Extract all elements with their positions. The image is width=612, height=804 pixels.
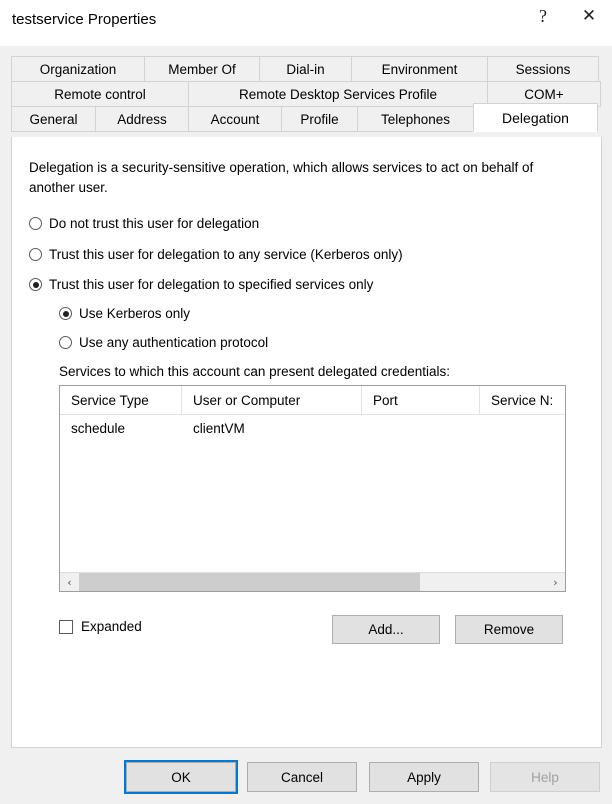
window-controls: ? ✕ bbox=[520, 0, 612, 46]
expanded-checkbox-label: Expanded bbox=[81, 619, 142, 634]
tab-remote-desktop-services-profile[interactable]: Remote Desktop Services Profile bbox=[188, 81, 488, 107]
tab-label: Remote Desktop Services Profile bbox=[238, 86, 438, 102]
radio-circle-icon bbox=[29, 217, 42, 230]
tab-delegation[interactable]: Delegation bbox=[473, 103, 598, 132]
delegation-tab-panel: Delegation is a security-sensitive opera… bbox=[11, 137, 602, 748]
dialog-footer: OK Cancel Apply Help bbox=[0, 748, 612, 804]
tab-label: Environment bbox=[381, 61, 458, 77]
tab-label: COM+ bbox=[524, 86, 564, 102]
column-header-port[interactable]: Port bbox=[362, 386, 480, 414]
checkbox-icon bbox=[59, 619, 73, 634]
tab-label: Profile bbox=[300, 111, 339, 127]
delegation-description: Delegation is a security-sensitive opera… bbox=[29, 160, 534, 195]
tab-label: Sessions bbox=[515, 61, 571, 77]
cancel-button[interactable]: Cancel bbox=[247, 762, 357, 792]
services-list-header: Service Type User or Computer Port Servi… bbox=[60, 386, 565, 415]
radio-trust-specified-services[interactable]: Trust this user for delegation to specif… bbox=[29, 277, 373, 292]
radio-label: Use any authentication protocol bbox=[79, 335, 269, 350]
tab-label: Telephones bbox=[380, 111, 451, 127]
tab-address[interactable]: Address bbox=[95, 106, 189, 132]
radio-label: Trust this user for delegation to specif… bbox=[49, 277, 374, 292]
horizontal-scrollbar[interactable]: ‹ › bbox=[60, 572, 565, 591]
scroll-right-arrow-icon[interactable]: › bbox=[546, 573, 565, 591]
tab-row-3: General Address Account Profile Telephon… bbox=[11, 103, 602, 132]
tab-telephones[interactable]: Telephones bbox=[357, 106, 474, 132]
expanded-checkbox-row[interactable]: Expanded bbox=[59, 619, 142, 634]
radio-circle-icon bbox=[29, 248, 42, 261]
title-bar: testservice Properties ? ✕ bbox=[0, 0, 612, 46]
tab-profile[interactable]: Profile bbox=[281, 106, 358, 132]
tab-organization[interactable]: Organization bbox=[11, 56, 145, 82]
window-title: testservice Properties bbox=[12, 11, 157, 28]
question-mark-icon: ? bbox=[539, 6, 547, 26]
scrollbar-track[interactable] bbox=[79, 573, 546, 591]
radio-label: Do not trust this user for delegation bbox=[49, 216, 260, 231]
tab-label: Member Of bbox=[168, 61, 236, 77]
tab-general[interactable]: General bbox=[11, 106, 96, 132]
add-button[interactable]: Add... bbox=[332, 615, 440, 644]
tab-account[interactable]: Account bbox=[188, 106, 282, 132]
tab-label: Delegation bbox=[502, 109, 569, 126]
scroll-left-arrow-icon[interactable]: ‹ bbox=[60, 573, 79, 591]
tab-dial-in[interactable]: Dial-in bbox=[259, 56, 352, 82]
tab-row-1: Organization Member Of Dial-in Environme… bbox=[11, 56, 602, 82]
radio-circle-selected-icon bbox=[29, 278, 42, 291]
ok-button[interactable]: OK bbox=[124, 760, 238, 794]
tab-member-of[interactable]: Member Of bbox=[144, 56, 260, 82]
services-list-label: Services to which this account can prese… bbox=[59, 364, 450, 379]
tab-label: Remote control bbox=[54, 86, 146, 102]
radio-circle-selected-icon bbox=[59, 307, 72, 320]
tab-sessions[interactable]: Sessions bbox=[487, 56, 599, 82]
tab-label: Account bbox=[210, 111, 260, 127]
radio-circle-icon bbox=[59, 336, 72, 349]
radio-label: Trust this user for delegation to any se… bbox=[49, 247, 403, 262]
table-row[interactable]: schedule clientVM bbox=[60, 415, 565, 441]
tab-label: Organization bbox=[39, 61, 117, 77]
tab-label: Dial-in bbox=[286, 61, 325, 77]
tab-label: Address bbox=[117, 111, 167, 127]
help-button: Help bbox=[490, 762, 600, 792]
apply-button[interactable]: Apply bbox=[369, 762, 479, 792]
scrollbar-thumb[interactable] bbox=[79, 573, 420, 591]
cell-service-type: schedule bbox=[71, 420, 126, 436]
close-icon: ✕ bbox=[581, 5, 597, 26]
radio-use-kerberos-only[interactable]: Use Kerberos only bbox=[59, 306, 190, 321]
radio-label: Use Kerberos only bbox=[79, 306, 191, 321]
tab-remote-control[interactable]: Remote control bbox=[11, 81, 189, 107]
radio-do-not-trust[interactable]: Do not trust this user for delegation bbox=[29, 216, 259, 231]
radio-trust-any-service[interactable]: Trust this user for delegation to any se… bbox=[29, 247, 403, 262]
cell-user-or-computer: clientVM bbox=[193, 420, 245, 436]
close-button[interactable]: ✕ bbox=[566, 0, 612, 32]
column-header-service-name[interactable]: Service N: bbox=[480, 386, 565, 414]
column-header-user-or-computer[interactable]: User or Computer bbox=[182, 386, 362, 414]
services-list-view[interactable]: Service Type User or Computer Port Servi… bbox=[59, 385, 566, 592]
tab-strip: Organization Member Of Dial-in Environme… bbox=[11, 56, 602, 132]
remove-button[interactable]: Remove bbox=[455, 615, 563, 644]
help-titlebar-button[interactable]: ? bbox=[520, 0, 566, 32]
column-header-service-type[interactable]: Service Type bbox=[60, 386, 182, 414]
tab-label: General bbox=[29, 111, 78, 127]
tab-environment[interactable]: Environment bbox=[351, 56, 488, 82]
radio-use-any-authentication-protocol[interactable]: Use any authentication protocol bbox=[59, 335, 268, 350]
